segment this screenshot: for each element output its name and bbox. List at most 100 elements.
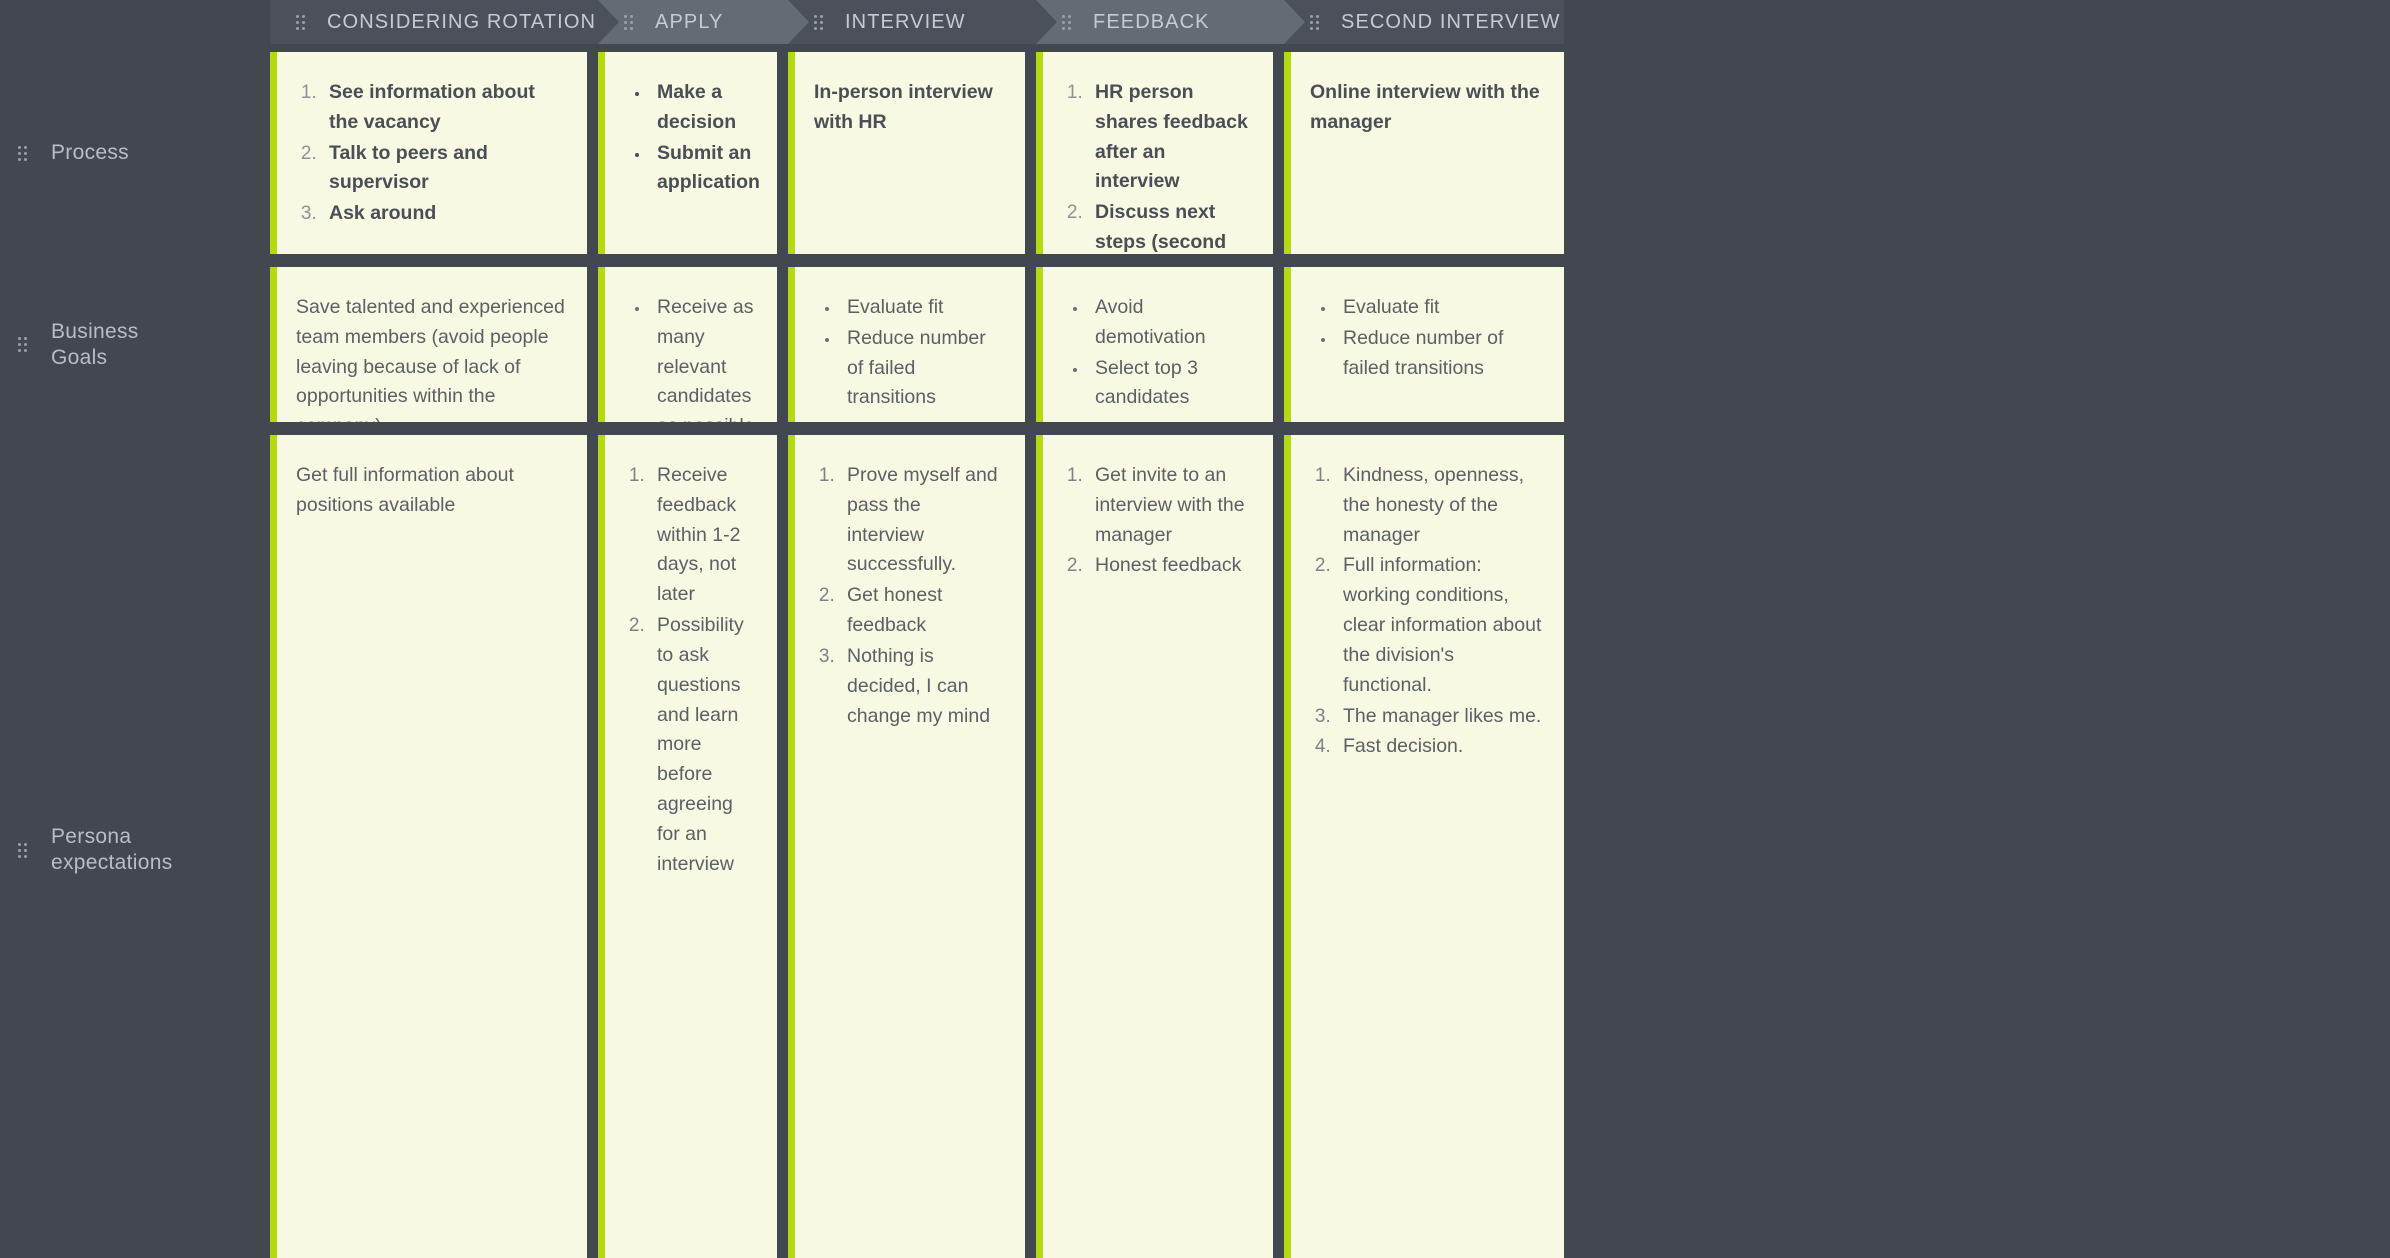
journey-row-process: See information about the vacancyTalk to…: [270, 52, 2390, 254]
cell-accent-bar: [1284, 52, 1291, 254]
cell-paragraph: Save talented and experienced team membe…: [296, 296, 565, 422]
cell-content: Get full information about positions ava…: [270, 435, 587, 539]
numbered-list: Kindness, openness, the honesty of the m…: [1310, 461, 1542, 762]
list-item: Reduce number of failed transitions: [1336, 324, 1542, 384]
list-item: Evaluate fit: [840, 293, 1003, 323]
drag-handle-icon[interactable]: [1062, 14, 1071, 30]
cell-accent-bar: [270, 267, 277, 422]
journey-cell[interactable]: See information about the vacancyTalk to…: [270, 52, 587, 254]
cell-content: HR person shares feedback after an inter…: [1036, 52, 1273, 254]
bulleted-list: Make a decisionSubmit an application: [624, 78, 760, 199]
journey-cell[interactable]: Kindness, openness, the honesty of the m…: [1284, 435, 1564, 1258]
list-item: Receive feedback within 1-2 days, not la…: [650, 461, 755, 610]
cell-accent-bar: [1284, 435, 1291, 1258]
phase-tab-interview[interactable]: INTERVIEW: [788, 0, 1057, 44]
row-label-text: Persona expectations: [51, 825, 173, 874]
drag-handle-icon[interactable]: [18, 337, 27, 352]
list-item: Submit an application: [650, 139, 760, 199]
journey-cell[interactable]: HR person shares feedback after an inter…: [1036, 52, 1273, 254]
phase-tab-considering-rotation[interactable]: CONSIDERING ROTATION: [270, 0, 619, 44]
numbered-list: Receive feedback within 1-2 days, not la…: [624, 461, 755, 880]
cell-accent-bar: [1036, 435, 1043, 1258]
journey-cell[interactable]: Get full information about positions ava…: [270, 435, 587, 1258]
cell-content: See information about the vacancyTalk to…: [270, 52, 587, 248]
list-item: Discuss next steps (second interview or …: [1088, 198, 1251, 254]
cell-content: Kindness, openness, the honesty of the m…: [1284, 435, 1564, 781]
journey-cell[interactable]: Get invite to an interview with the mana…: [1036, 435, 1273, 1258]
journey-cell[interactable]: Evaluate fitReduce number of failed tran…: [1284, 267, 1564, 422]
cell-content: Save talented and experienced team membe…: [270, 267, 587, 422]
cell-accent-bar: [270, 435, 277, 1258]
list-item: Possibility to ask questions and learn m…: [650, 611, 755, 879]
cell-accent-bar: [788, 52, 795, 254]
list-item: Fast decision.: [1336, 732, 1542, 762]
cell-accent-bar: [1284, 267, 1291, 422]
phase-tab-label: INTERVIEW: [845, 10, 966, 33]
row-label-process[interactable]: Process: [0, 52, 270, 254]
drag-handle-icon[interactable]: [624, 14, 633, 30]
list-item: Nothing is decided, I can change my mind: [840, 642, 1003, 731]
numbered-list: See information about the vacancyTalk to…: [296, 78, 565, 229]
phase-tab-second-interview[interactable]: SECOND INTERVIEW: [1284, 0, 1564, 44]
bulleted-list: Receive as many relevant candidates as p…: [624, 293, 755, 422]
list-item: Get honest feedback: [840, 581, 1003, 641]
cell-content: In-person interview with HR: [788, 52, 1025, 156]
journey-cell[interactable]: In-person interview with HR: [788, 52, 1025, 254]
drag-handle-icon[interactable]: [814, 14, 823, 30]
journey-cell[interactable]: Receive as many relevant candidates as p…: [598, 267, 777, 422]
cell-accent-bar: [1036, 267, 1043, 422]
drag-handle-icon[interactable]: [296, 14, 305, 30]
list-item: See information about the vacancy: [322, 78, 565, 138]
cell-paragraph: Get full information about positions ava…: [296, 464, 514, 516]
journey-map-board: CONSIDERING ROTATION APPLY INTERVIEW FEEDBA…: [0, 0, 2390, 1258]
journey-cell[interactable]: Prove myself and pass the interview succ…: [788, 435, 1025, 1258]
numbered-list: Get invite to an interview with the mana…: [1062, 461, 1251, 581]
phase-tab-label: FEEDBACK: [1093, 10, 1210, 33]
cell-accent-bar: [598, 435, 605, 1258]
cell-content: Online interview with the manager: [1284, 52, 1564, 156]
row-label-text: Process: [51, 141, 129, 165]
list-item: Evaluate fit: [1336, 293, 1542, 323]
journey-cell[interactable]: Online interview with the manager: [1284, 52, 1564, 254]
bulleted-list: Evaluate fitReduce number of failed tran…: [1310, 293, 1542, 383]
list-item: The manager likes me.: [1336, 702, 1542, 732]
cell-accent-bar: [598, 52, 605, 254]
cell-accent-bar: [598, 267, 605, 422]
cell-accent-bar: [788, 435, 795, 1258]
journey-row-persona-expectations: Get full information about positions ava…: [270, 435, 2390, 1258]
list-item: Ask around: [322, 199, 565, 229]
phase-tab-feedback[interactable]: FEEDBACK: [1036, 0, 1305, 44]
cell-accent-bar: [788, 267, 795, 422]
list-item: HR person shares feedback after an inter…: [1088, 78, 1251, 197]
list-item: Reduce number of failed transitions: [840, 324, 1003, 413]
phase-header-strip: CONSIDERING ROTATION APPLY INTERVIEW FEEDBA…: [270, 0, 2390, 44]
row-label-text: Business Goals: [51, 319, 139, 369]
list-item: Avoid demotivation: [1088, 293, 1251, 353]
journey-cell[interactable]: Save talented and experienced team membe…: [270, 267, 587, 422]
drag-handle-icon[interactable]: [18, 145, 27, 161]
journey-row-business-goals: Save talented and experienced team membe…: [270, 267, 2390, 422]
journey-cell[interactable]: Receive feedback within 1-2 days, not la…: [598, 435, 777, 1258]
cell-content: Receive as many relevant candidates as p…: [598, 267, 777, 422]
journey-cell[interactable]: Evaluate fitReduce number of failed tran…: [788, 267, 1025, 422]
cell-paragraph: Online interview with the manager: [1310, 81, 1540, 133]
cell-content: Get invite to an interview with the mana…: [1036, 435, 1273, 600]
phase-tab-apply[interactable]: APPLY: [598, 0, 809, 44]
list-item: Kindness, openness, the honesty of the m…: [1336, 461, 1542, 550]
phase-tab-label: APPLY: [655, 10, 724, 33]
list-item: Prove myself and pass the interview succ…: [840, 461, 1003, 580]
drag-handle-icon[interactable]: [18, 842, 27, 858]
row-label-persona-expectations[interactable]: Persona expectations: [0, 435, 270, 1258]
journey-cell[interactable]: Avoid demotivationSelect top 3 candidate…: [1036, 267, 1273, 422]
cell-content: Evaluate fitReduce number of failed tran…: [1284, 267, 1564, 402]
journey-cell[interactable]: Make a decisionSubmit an application: [598, 52, 777, 254]
phase-tab-label: SECOND INTERVIEW: [1341, 10, 1561, 33]
row-label-business-goals[interactable]: Business Goals: [0, 267, 270, 422]
drag-handle-icon[interactable]: [1310, 14, 1319, 30]
cell-paragraph: In-person interview with HR: [814, 81, 993, 133]
cell-content: Make a decisionSubmit an application: [598, 52, 777, 217]
numbered-list: Prove myself and pass the interview succ…: [814, 461, 1003, 731]
cell-content: Avoid demotivationSelect top 3 candidate…: [1036, 267, 1273, 422]
list-item: Full information: working conditions, cl…: [1336, 551, 1542, 700]
cell-content: Evaluate fitReduce number of failed tran…: [788, 267, 1025, 422]
